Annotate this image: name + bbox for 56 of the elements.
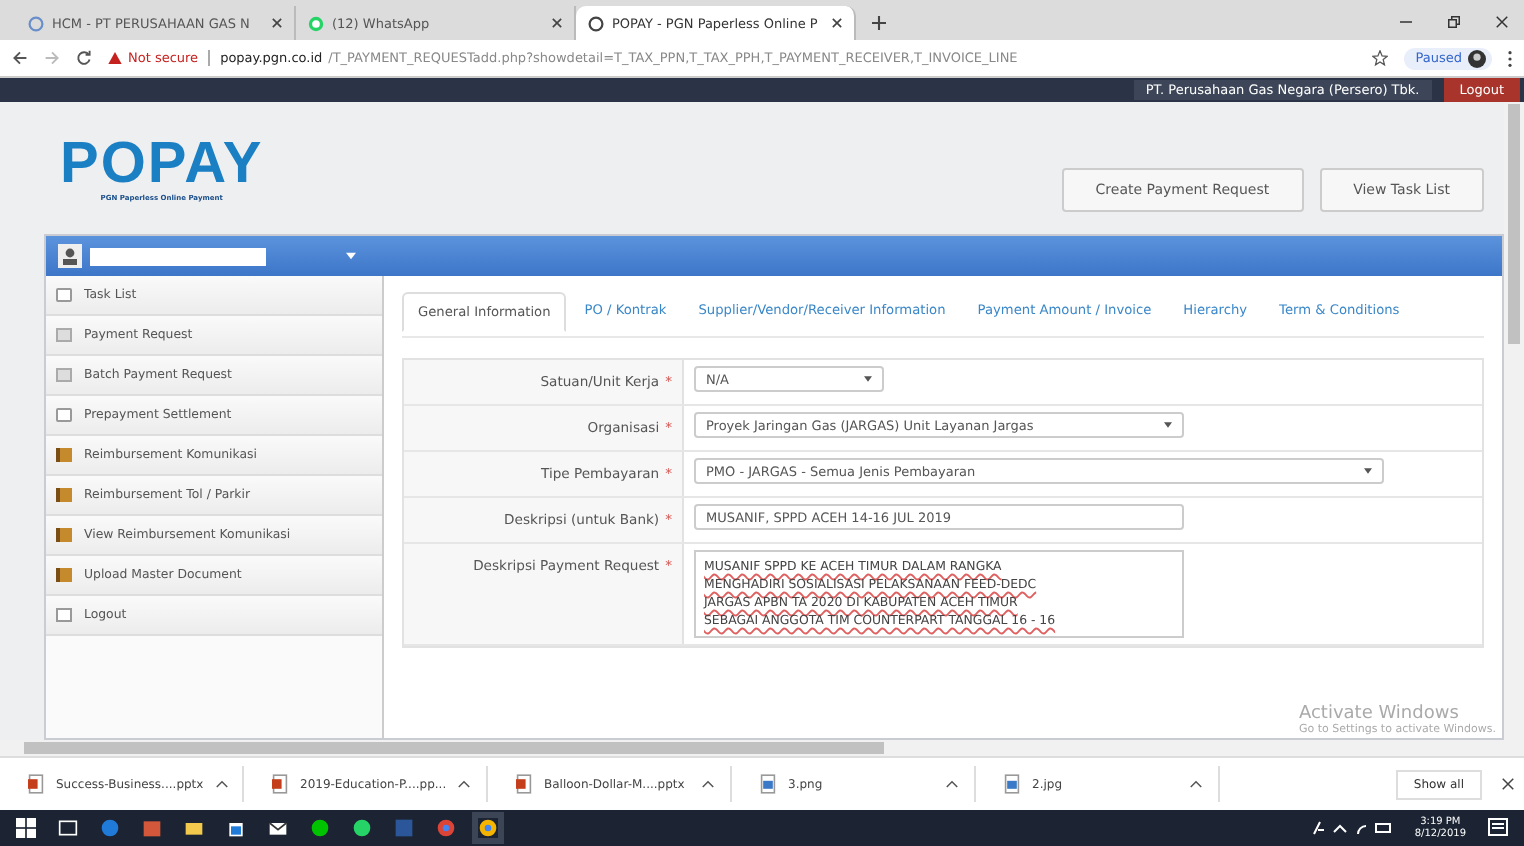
document-icon (56, 288, 72, 302)
browser-icon[interactable] (478, 818, 498, 838)
image-file-icon (1004, 774, 1020, 794)
minimize-icon[interactable] (1400, 16, 1412, 28)
caret-icon[interactable] (346, 252, 356, 260)
restore-icon[interactable] (1448, 16, 1460, 28)
caret-icon[interactable] (946, 780, 958, 788)
task-view-icon[interactable] (58, 818, 78, 838)
book-icon (56, 568, 72, 582)
caret-icon[interactable] (702, 780, 714, 788)
document-icon (56, 408, 72, 422)
document-icon (56, 328, 72, 342)
logo-wordmark: POPAY (60, 135, 264, 193)
book-icon (56, 528, 72, 542)
star-icon[interactable] (1371, 50, 1388, 66)
folder-icon[interactable] (184, 818, 204, 838)
caret-icon (1364, 468, 1372, 474)
close-icon[interactable] (832, 18, 842, 28)
avatar-icon (1468, 49, 1486, 67)
caret-icon (864, 376, 872, 382)
caret-icon[interactable] (458, 780, 471, 788)
caret-icon[interactable] (215, 780, 228, 788)
system-tray-icons[interactable] (1312, 820, 1393, 836)
chat-icon[interactable] (310, 818, 330, 838)
presentation-file-icon (28, 774, 44, 794)
document-icon (56, 368, 72, 382)
browser-icon[interactable] (436, 818, 456, 838)
mail-icon[interactable] (268, 818, 288, 838)
globe-icon (588, 15, 604, 31)
close-icon[interactable] (1496, 16, 1508, 28)
book-icon (56, 488, 72, 502)
notification-icon[interactable] (1488, 818, 1508, 838)
activation-notice: Activate Windows (1298, 704, 1459, 724)
globe-icon (28, 15, 44, 31)
close-icon[interactable] (552, 18, 562, 28)
scrollbar-thumb[interactable] (24, 742, 884, 754)
app-icon[interactable] (142, 818, 162, 838)
presentation-file-icon (516, 774, 532, 794)
chat-icon[interactable] (352, 818, 372, 838)
browser-icon[interactable] (100, 818, 120, 838)
scrollbar-thumb[interactable] (1508, 104, 1520, 344)
close-icon[interactable] (1502, 778, 1514, 790)
warning-icon (108, 52, 122, 64)
caret-icon[interactable] (1190, 780, 1202, 788)
new-tab-icon[interactable] (872, 16, 886, 30)
image-file-icon (760, 774, 776, 794)
chat-icon (308, 15, 324, 31)
caret-icon (1164, 422, 1172, 428)
back-icon[interactable] (12, 50, 28, 66)
book-icon (56, 448, 72, 462)
close-icon[interactable] (272, 18, 282, 28)
user-icon (58, 244, 82, 268)
windows-start-icon[interactable] (16, 818, 36, 838)
store-icon[interactable] (226, 818, 246, 838)
presentation-file-icon (272, 774, 288, 794)
reload-icon[interactable] (76, 50, 92, 66)
